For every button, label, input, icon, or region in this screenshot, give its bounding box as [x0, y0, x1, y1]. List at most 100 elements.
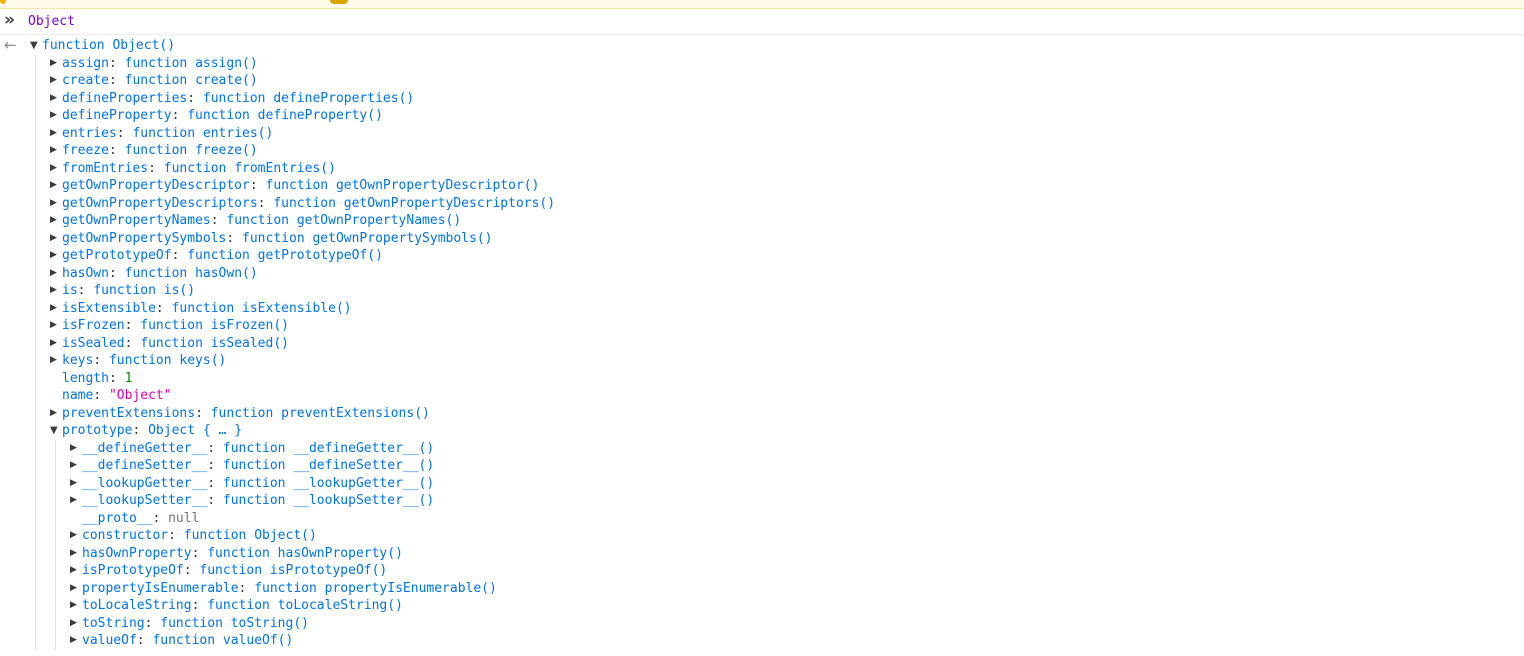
expand-closed-icon[interactable]: ▶: [50, 282, 62, 300]
expand-closed-icon[interactable]: ▶: [70, 597, 82, 615]
property-value: function keys(): [108, 353, 227, 368]
expand-closed-icon[interactable]: ▶: [50, 335, 62, 353]
key-separator: :: [116, 125, 133, 141]
expand-closed-icon[interactable]: ▶: [70, 615, 82, 633]
key-separator: :: [171, 108, 188, 123]
tree-node-row[interactable]: ▶ fromEntries: function fromEntries(): [50, 160, 1524, 178]
tree-node-row[interactable]: ▶ defineProperties: function defineProper…: [50, 90, 1524, 108]
expand-closed-icon[interactable]: ▶: [50, 90, 62, 108]
expand-closed-icon[interactable]: ▶: [70, 492, 82, 510]
property-value: function assign(): [124, 55, 258, 71]
root-function-label: function Object(): [42, 38, 176, 53]
expand-closed-icon[interactable]: ▶: [50, 352, 62, 370]
tree-node-row[interactable]: ▶ getOwnPropertySymbols: function getOwnP…: [50, 230, 1524, 248]
tree-node-row[interactable]: name: "Object": [50, 387, 1524, 405]
expand-closed-icon[interactable]: ▶: [50, 195, 62, 213]
tree-node-row[interactable]: ▶ create: function create(): [50, 72, 1524, 90]
expand-closed-icon[interactable]: ▶: [50, 300, 62, 318]
expand-closed-icon[interactable]: ▶: [50, 230, 62, 248]
console-input-expression[interactable]: Object: [28, 13, 75, 30]
tree-node-row[interactable]: ▶ keys: function keys(): [50, 352, 1524, 370]
property-value: function getOwnPropertyNames(): [226, 213, 462, 228]
key-separator: :: [207, 475, 223, 491]
expand-closed-icon[interactable]: ▶: [50, 72, 62, 90]
expand-closed-icon[interactable]: ▶: [50, 317, 62, 335]
key-separator: :: [108, 370, 125, 386]
tree-node-row[interactable]: ▶ getOwnPropertyDescriptor: function getO…: [50, 177, 1524, 195]
property-value: "Object": [108, 388, 172, 403]
tree-node-row[interactable]: ▶ preventExtensions: function preventExte…: [50, 405, 1524, 423]
key-separator: :: [108, 55, 125, 71]
message-count-badge: [330, 0, 348, 4]
expand-closed-icon[interactable]: ▶: [70, 440, 82, 458]
tree-node-prototype[interactable]: ▼ prototype: Object { … }: [50, 422, 1524, 440]
tree-node-row[interactable]: ▶ isExtensible: function isExtensible(): [50, 300, 1524, 318]
console-input-row[interactable]: » Object: [0, 9, 1524, 35]
expand-closed-icon[interactable]: ▶: [50, 212, 62, 230]
property-value: function create(): [124, 73, 258, 88]
expand-closed-icon[interactable]: ▶: [50, 142, 62, 160]
tree-node-row[interactable]: ▶ isSealed: function isSealed(): [50, 335, 1524, 353]
property-value: function Object(): [183, 528, 317, 543]
expand-closed-icon[interactable]: ▶: [50, 247, 62, 265]
expand-closed-icon[interactable]: ▶: [50, 177, 62, 195]
tree-node-row[interactable]: ▶ is: function is(): [50, 282, 1524, 300]
expand-closed-icon[interactable]: ▶: [70, 632, 82, 650]
tree-node-row[interactable]: ▶ entries: function entries(): [50, 125, 1524, 143]
tree-node-row[interactable]: ▶ getOwnPropertyDescriptors: function get…: [50, 195, 1524, 213]
tree-node-row[interactable]: ▶ __lookupGetter__: function __lookupGett…: [70, 475, 1524, 493]
tree-node-row[interactable]: ▶ constructor: function Object(): [70, 527, 1524, 545]
tree-node-row[interactable]: ▶ freeze: function freeze(): [50, 142, 1524, 160]
tree-node-row[interactable]: ▶ __defineGetter__: function __defineGett…: [70, 440, 1524, 458]
tree-node-row[interactable]: ▶ defineProperty: function defineProperty…: [50, 107, 1524, 125]
property-value: function __defineSetter__(): [222, 458, 435, 473]
tree-node-row[interactable]: ▶ propertyIsEnumerable: function property…: [70, 580, 1524, 598]
expand-closed-icon[interactable]: ▶: [50, 107, 62, 125]
expand-closed-icon[interactable]: ▶: [70, 457, 82, 475]
expand-closed-icon[interactable]: ▶: [70, 562, 82, 580]
expand-closed-icon[interactable]: ▶: [70, 475, 82, 493]
expand-open-icon[interactable]: ▼: [50, 422, 62, 440]
tree-root-row[interactable]: ▼ function Object(): [30, 37, 1524, 55]
key-separator: :: [108, 73, 125, 88]
expand-closed-icon[interactable]: ▶: [70, 545, 82, 563]
tree-node-row[interactable]: __proto__: null: [70, 510, 1524, 528]
expand-closed-icon[interactable]: ▶: [50, 125, 62, 143]
expand-closed-icon[interactable]: ▶: [70, 580, 82, 598]
expand-closed-icon[interactable]: ▶: [50, 160, 62, 178]
tree-node-row[interactable]: length: 1: [50, 370, 1524, 388]
tree-node-row[interactable]: ▶ toLocaleString: function toLocaleString…: [70, 597, 1524, 615]
property-key: isPrototypeOf: [82, 563, 184, 578]
property-key: keys: [62, 353, 94, 368]
tree-node-row[interactable]: ▶ __defineSetter__: function __defineSett…: [70, 457, 1524, 475]
property-key: fromEntries: [62, 160, 149, 176]
tree-node-row[interactable]: ▶ isPrototypeOf: function isPrototypeOf(): [70, 562, 1524, 580]
tree-node-row[interactable]: ▶ __lookupSetter__: function __lookupSett…: [70, 492, 1524, 510]
tree-node-row[interactable]: ▶ assign: function assign(): [50, 55, 1524, 73]
tree-node-row[interactable]: ▶ valueOf: function valueOf(): [70, 632, 1524, 650]
tree-node-row[interactable]: ▶ toString: function toString(): [70, 615, 1524, 633]
property-key: defineProperty: [62, 108, 172, 123]
property-value: function is(): [93, 283, 196, 298]
tree-node-row[interactable]: ▶ getOwnPropertyNames: function getOwnPro…: [50, 212, 1524, 230]
key-separator: :: [195, 405, 211, 421]
tree-node-row[interactable]: ▶ hasOwn: function hasOwn(): [50, 265, 1524, 283]
property-key: isSealed: [62, 335, 125, 351]
key-separator: :: [207, 493, 223, 508]
expand-closed-icon[interactable]: ▶: [50, 405, 62, 423]
tree-node-row[interactable]: ▶ hasOwnProperty: function hasOwnProperty…: [70, 545, 1524, 563]
expand-closed-icon[interactable]: ▶: [50, 265, 62, 283]
expand-closed-icon[interactable]: ▶: [50, 55, 62, 73]
expand-closed-icon[interactable]: ▶: [70, 527, 82, 545]
key-separator: :: [77, 283, 94, 298]
key-separator: :: [168, 528, 184, 543]
property-value: function getOwnPropertyDescriptor(): [265, 178, 540, 193]
key-separator: :: [226, 230, 243, 246]
tree-node-row[interactable]: ▶ getPrototypeOf: function getPrototypeOf…: [50, 247, 1524, 265]
property-key: getOwnPropertyDescriptor: [62, 178, 250, 193]
key-separator: :: [210, 213, 227, 228]
property-key: isExtensible: [62, 300, 156, 316]
key-separator: :: [183, 563, 200, 578]
expand-open-icon[interactable]: ▼: [30, 37, 42, 55]
tree-node-row[interactable]: ▶ isFrozen: function isFrozen(): [50, 317, 1524, 335]
